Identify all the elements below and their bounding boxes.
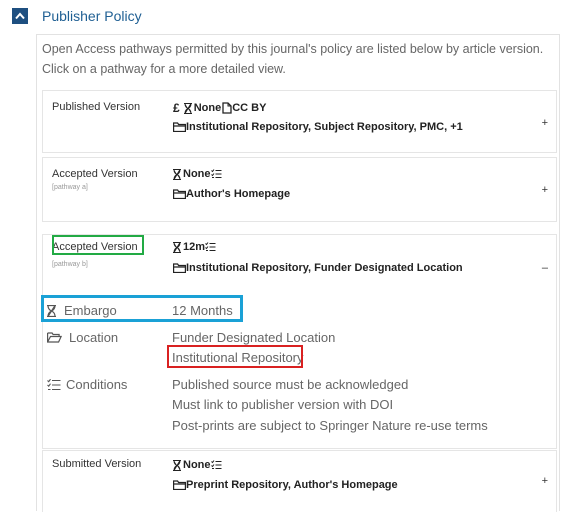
pathway-id-label: [pathway b] xyxy=(52,261,88,268)
publisher-policy-header[interactable]: Publisher Policy xyxy=(12,6,142,26)
pathway-summary-bottom: Institutional Repository, Funder Designa… xyxy=(173,262,463,274)
pathway-card-published[interactable]: Published Version £ None CC BY Instituti… xyxy=(42,90,557,153)
highlight-version-box xyxy=(52,235,144,255)
intro-text: Open Access pathways permitted by this j… xyxy=(42,42,544,76)
embargo-value: None xyxy=(183,168,211,180)
hourglass-icon xyxy=(183,102,192,114)
conditions-icon xyxy=(47,378,61,390)
conditions-icon xyxy=(205,242,216,251)
pathway-summary-top: None xyxy=(173,168,222,180)
conditions-detail-label: Conditions xyxy=(47,377,127,392)
embargo-value: None xyxy=(193,102,222,114)
pathway-summary-top: £ None CC BY xyxy=(173,101,266,115)
hourglass-icon xyxy=(173,241,181,253)
folder-icon xyxy=(173,263,186,273)
locations-value: Institutional Repository, Funder Designa… xyxy=(186,262,463,274)
embargo-value: None xyxy=(183,459,211,471)
expand-toggle[interactable]: + xyxy=(542,184,548,196)
highlight-location-box xyxy=(167,345,303,368)
hourglass-icon xyxy=(173,459,181,471)
version-label: Submitted Version xyxy=(52,458,142,470)
locations-value: Preprint Repository, Author's Homepage xyxy=(186,479,398,491)
pathway-summary-top: 12m xyxy=(173,241,216,253)
fee-icon: £ xyxy=(173,101,180,115)
pathway-summary-bottom: Preprint Repository, Author's Homepage xyxy=(173,479,398,491)
version-label: Accepted Version xyxy=(52,168,138,180)
section-title: Publisher Policy xyxy=(42,8,142,24)
highlight-embargo-box xyxy=(41,295,243,322)
collapse-toggle[interactable]: – xyxy=(542,262,548,274)
location-detail-label: Location xyxy=(47,330,118,345)
locations-value: Author's Homepage xyxy=(186,188,291,200)
condition-item: Published source must be acknowledged xyxy=(172,377,409,392)
collapse-toggle-button[interactable] xyxy=(12,8,28,24)
conditions-icon xyxy=(210,460,221,469)
folder-icon xyxy=(173,480,186,490)
location-item: Funder Designated Location xyxy=(172,330,336,345)
condition-item: Must link to publisher version with DOI xyxy=(172,397,394,412)
pathway-summary-bottom: Author's Homepage xyxy=(173,188,290,200)
pathway-summary-top: None xyxy=(173,459,222,471)
conditions-icon xyxy=(210,169,221,178)
license-value: CC BY xyxy=(232,102,267,114)
pathway-id-label: [pathway a] xyxy=(52,184,88,191)
condition-item: Post-prints are subject to Springer Natu… xyxy=(172,418,488,433)
conditions-label-text: Conditions xyxy=(66,377,128,392)
embargo-value: 12m xyxy=(183,241,206,253)
version-label: Published Version xyxy=(52,101,141,113)
locations-value: Institutional Repository, Subject Reposi… xyxy=(186,121,463,133)
pathway-card-accepted-a[interactable]: Accepted Version [pathway a] None Author… xyxy=(42,157,557,222)
folder-open-icon xyxy=(47,332,62,343)
chevron-up-icon xyxy=(15,12,25,20)
pathway-summary-bottom: Institutional Repository, Subject Reposi… xyxy=(173,121,463,133)
license-icon xyxy=(222,102,232,114)
folder-icon xyxy=(173,122,186,132)
expand-toggle[interactable]: + xyxy=(542,475,548,487)
publisher-policy-page: Publisher Policy Open Access pathways pe… xyxy=(0,0,564,512)
expand-toggle[interactable]: + xyxy=(542,117,548,129)
folder-icon xyxy=(173,189,186,199)
location-label-text: Location xyxy=(69,330,119,345)
pathway-card-submitted[interactable]: Submitted Version None Preprint Reposito… xyxy=(42,450,557,512)
policy-panel: Open Access pathways permitted by this j… xyxy=(36,34,560,512)
hourglass-icon xyxy=(173,168,181,180)
